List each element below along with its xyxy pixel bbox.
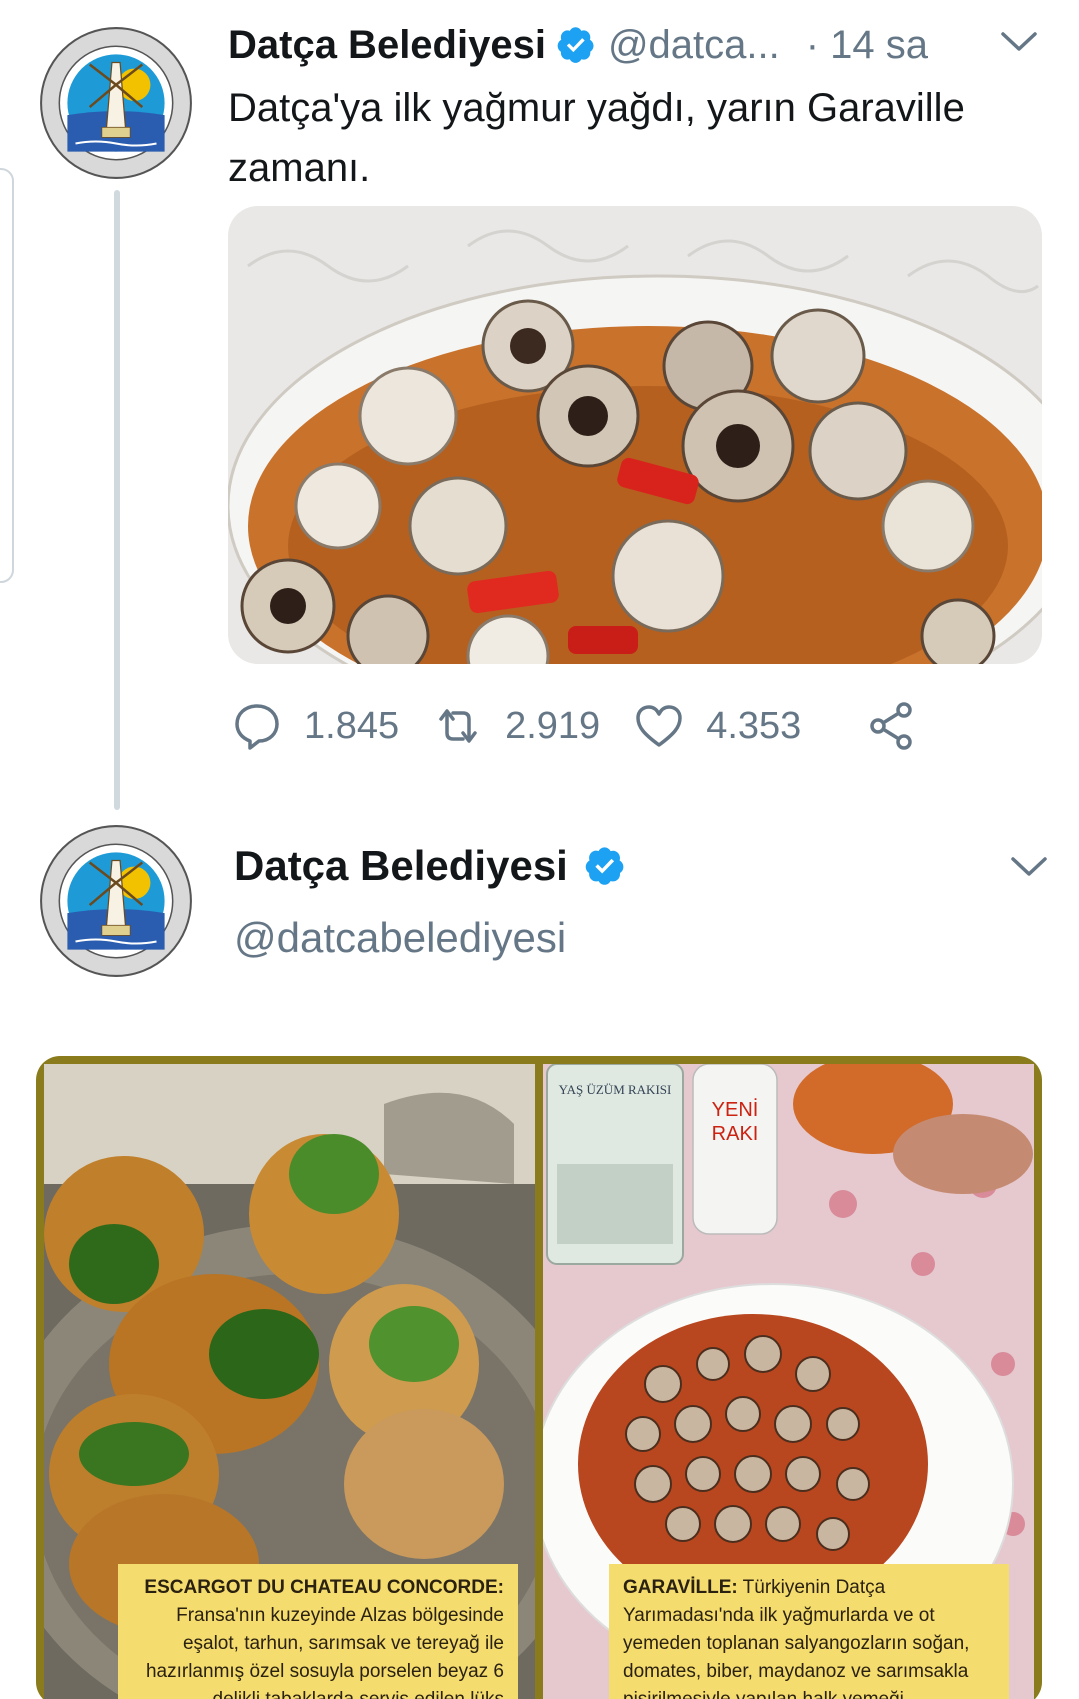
caption-title: ESCARGOT DU CHATEAU CONCORDE: [144,1577,504,1598]
share-icon[interactable] [868,700,916,752]
verified-badge-icon [584,845,626,887]
like-icon [634,701,684,751]
reply-button[interactable]: 1.845 [232,701,399,751]
thread-connector-line [114,190,120,810]
like-button[interactable]: 4.353 [634,701,801,751]
verified-badge-icon [556,25,596,65]
timestamp[interactable]: · 14 sa [806,23,928,68]
bottle-label-2-line1: YENİ [712,1098,759,1121]
display-name[interactable]: Datça Belediyesi [228,23,546,68]
reply-icon [232,701,282,751]
bottle-label-2-line2: RAKI [712,1123,759,1145]
tweet-text: Datça'ya ilk yağmur yağdı, yarın Garavil… [228,86,965,190]
tweet-actions: 1.845 2.919 4.353 [232,698,835,754]
reply-count: 1.845 [304,704,400,747]
tweet-image-snail-comparison[interactable]: ESCARGOT DU CHATEAU CONCORDE: Fransa'nın… [36,1056,1042,1699]
display-name[interactable]: Datça Belediyesi [234,842,568,890]
image-panel-escargot: ESCARGOT DU CHATEAU CONCORDE: Fransa'nın… [44,1064,535,1699]
handle[interactable]: @datca... [608,23,780,68]
avatar[interactable] [35,820,197,982]
tweet-header: Datça Belediyesi [234,838,626,894]
retweet-button[interactable]: 2.919 [433,701,600,751]
retweet-count: 2.919 [505,704,601,747]
handle[interactable]: @datcabelediyesi [234,914,566,962]
avatar[interactable] [35,22,197,184]
caption-escargot: ESCARGOT DU CHATEAU CONCORDE: Fransa'nın… [118,1564,518,1699]
tweet-header: Datça Belediyesi @datca... · 14 sa [228,20,1048,70]
like-count: 4.353 [706,704,802,747]
image-panel-garaville: YAŞ ÜZÜM RAKISI YENİ RAKI GARAVİLLE: Tür… [543,1064,1034,1699]
caption-garaville: GARAVİLLE: Türkiyenin Datça Yarımadası'n… [609,1564,1009,1699]
scroll-edge-handle [0,168,14,583]
caption-body: Fransa'nın kuzeyinde Alzas bölgesinde eş… [145,1605,504,1699]
chevron-down-icon[interactable] [1010,855,1048,879]
bottle-label-1: YAŞ ÜZÜM RAKISI [559,1082,672,1097]
retweet-icon [433,701,483,751]
chevron-down-icon[interactable] [1000,30,1038,54]
tweet-image-snail-stew[interactable] [228,206,1042,664]
caption-title: GARAVİLLE: [623,1577,738,1598]
